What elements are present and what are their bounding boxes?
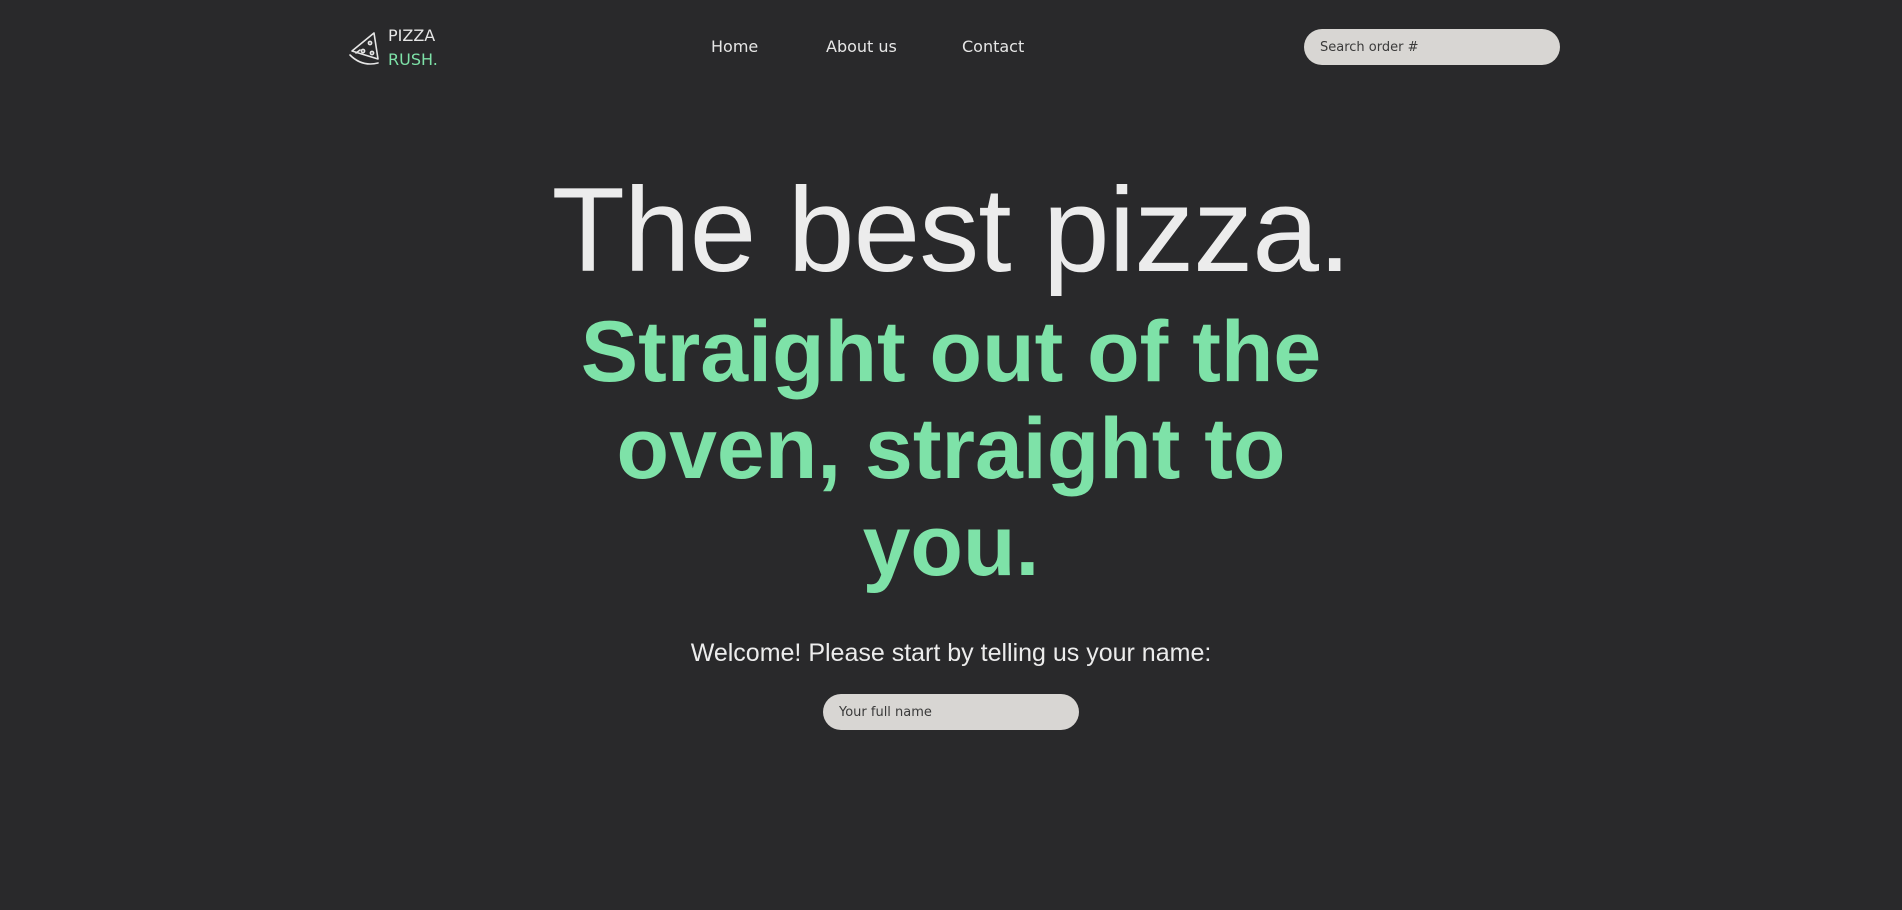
hero-section: The best pizza. Straight out of the oven… [0,160,1902,730]
search-order-input[interactable] [1304,29,1560,65]
logo-text: PIZZA RUSH. [388,24,438,72]
hero-subheadline: Straight out of the oven, straight to yo… [580,304,1322,594]
nav-contact-link[interactable]: Contact [962,35,1024,59]
welcome-text: Welcome! Please start by telling us your… [690,639,1212,667]
pizza-slice-icon [348,27,380,69]
nav-about-link[interactable]: About us [826,35,897,59]
hero-heading: The best pizza. Straight out of the oven… [0,160,1902,595]
header: PIZZA RUSH. Home About us Contact [0,0,1902,95]
page: PIZZA RUSH. Home About us Contact The be… [0,0,1902,910]
logo-text-line1: PIZZA [388,26,436,45]
full-name-input[interactable] [823,694,1079,730]
logo-link[interactable]: PIZZA RUSH. [348,24,438,72]
nav-home-link[interactable]: Home [711,35,758,59]
hero-headline: The best pizza. [551,163,1352,297]
logo-text-line2: RUSH. [388,50,438,69]
